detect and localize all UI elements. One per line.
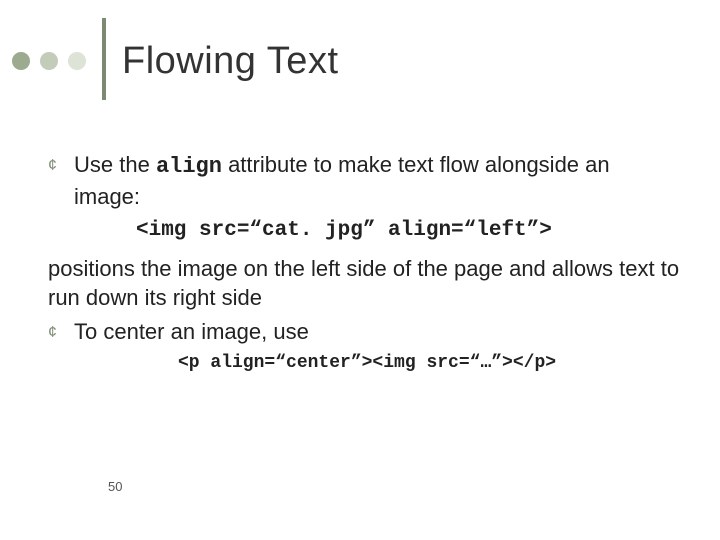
code-line: <p align=“center”><img src=“…”></p> [178, 351, 680, 375]
code-line: <img src=“cat. jpg” align=“left”> [136, 217, 680, 245]
decor-vertical-bar-icon [102, 18, 106, 100]
bullet-text: To center an image, use [74, 317, 680, 347]
bullet-item: ¢ Use the align attribute to make text f… [48, 150, 680, 211]
decor-dot-icon [68, 52, 86, 70]
page-number: 50 [108, 479, 122, 494]
decor-dot-icon [40, 52, 58, 70]
slide-title: Flowing Text [122, 40, 339, 83]
bullet-item: ¢ To center an image, use [48, 317, 680, 347]
slide-header: Flowing Text [12, 22, 339, 100]
bullet-icon: ¢ [48, 155, 64, 177]
text-fragment: Use the [74, 152, 156, 177]
bullet-text: Use the align attribute to make text flo… [74, 150, 680, 211]
decor-dot-icon [12, 52, 30, 70]
bullet-icon: ¢ [48, 322, 64, 344]
paragraph-text: positions the image on the left side of … [48, 254, 680, 313]
slide-body: ¢ Use the align attribute to make text f… [48, 150, 680, 383]
inline-code: align [156, 154, 222, 179]
slide: Flowing Text ¢ Use the align attribute t… [0, 0, 720, 540]
